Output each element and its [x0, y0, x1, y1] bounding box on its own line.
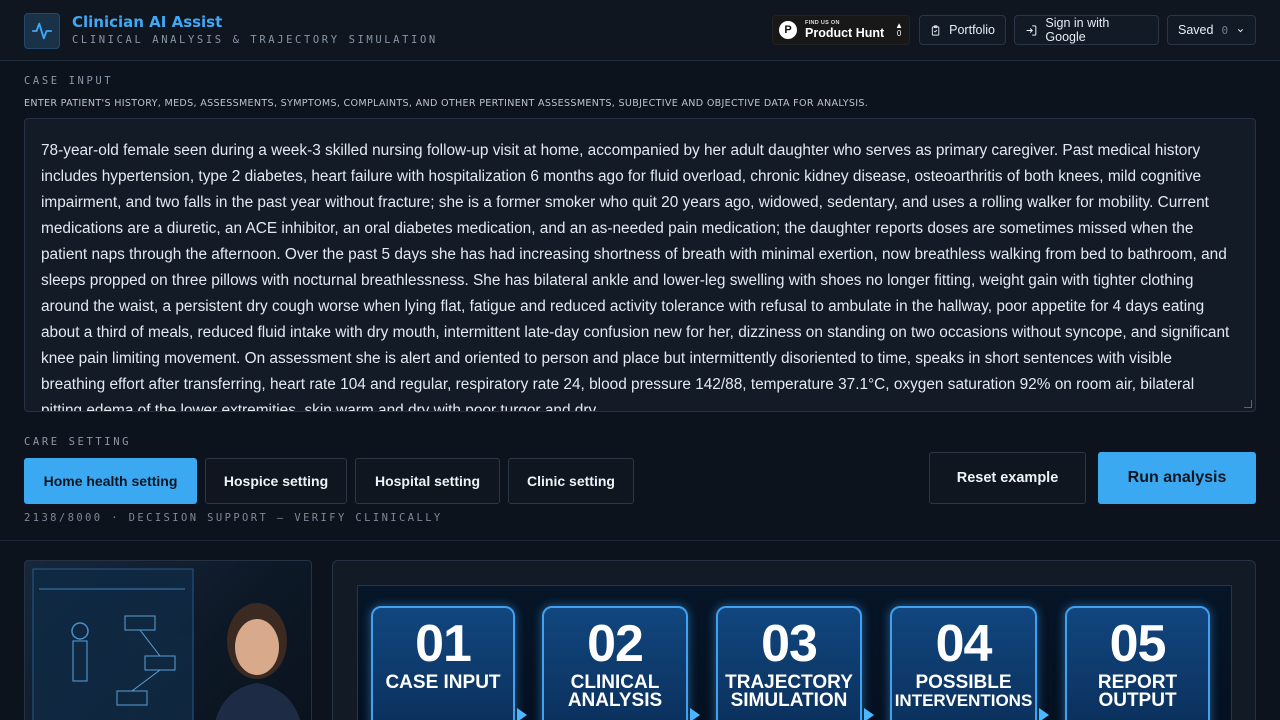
home-health-setting-button[interactable]: Home health setting	[24, 458, 197, 504]
login-icon	[1026, 24, 1037, 36]
step-card-1: 01 CASE INPUT	[371, 606, 515, 720]
case-input-hint: ENTER PATIENT'S HISTORY, MEDS, ASSESSMEN…	[24, 98, 869, 109]
arrow-right-icon	[690, 708, 700, 720]
app-subtitle: CLINICAL ANALYSIS & TRAJECTORY SIMULATIO…	[72, 34, 438, 46]
step-label-line2: OUTPUT	[1098, 690, 1177, 711]
app-title: Clinician AI Assist	[72, 13, 223, 31]
run-analysis-button[interactable]: Run analysis	[1098, 452, 1256, 504]
sign-in-label: Sign in with Google	[1045, 16, 1110, 44]
product-hunt-icon: P	[779, 21, 797, 39]
section-divider	[0, 540, 1280, 541]
step-label-line2: SIMULATION	[730, 690, 848, 711]
step-card-4: 04 POSSIBLE INTERVENTIONS	[890, 606, 1037, 720]
product-hunt-badge[interactable]: P FIND US ON Product Hunt ▲ 0	[772, 15, 910, 45]
upvote-counter: ▲ 0	[895, 22, 903, 38]
step-card-5: 05 REPORT OUTPUT	[1065, 606, 1210, 720]
case-input-text[interactable]: 78-year-old female seen during a week-3 …	[25, 119, 1255, 411]
workflow-steps-graphic: 01 CASE INPUT 02 CLINICAL ANALYSIS 03 TR…	[357, 585, 1232, 720]
saved-count: 0	[1221, 23, 1229, 37]
pulse-icon	[31, 22, 53, 40]
saved-label: Saved	[1178, 23, 1214, 37]
hospice-setting-button[interactable]: Hospice setting	[205, 458, 347, 504]
clinician-hero-image	[24, 560, 312, 720]
step-card-3: 03 TRAJECTORY SIMULATION	[716, 606, 862, 720]
clinician-illustration	[32, 568, 301, 720]
arrow-right-icon	[864, 708, 874, 720]
portfolio-label: Portfolio	[949, 23, 995, 37]
upvote-count: 0	[896, 29, 902, 38]
portfolio-button[interactable]: Portfolio	[919, 15, 1006, 45]
step-number: 03	[761, 615, 818, 673]
app-header: Clinician AI Assist CLINICAL ANALYSIS & …	[0, 0, 1280, 61]
clinic-setting-button[interactable]: Clinic setting	[508, 458, 634, 504]
step-number: 02	[587, 615, 644, 673]
step-number: 01	[415, 615, 472, 673]
case-input-textarea[interactable]: 78-year-old female seen during a week-3 …	[24, 118, 1256, 412]
hospital-setting-button[interactable]: Hospital setting	[355, 458, 500, 504]
product-hunt-text: Product Hunt	[805, 26, 885, 40]
step-label-line2: INTERVENTIONS	[894, 691, 1033, 710]
saved-dropdown[interactable]: Saved 0	[1167, 15, 1256, 45]
app-logo	[24, 13, 60, 49]
chevron-down-icon	[1237, 28, 1244, 32]
workflow-steps-panel: 01 CASE INPUT 02 CLINICAL ANALYSIS 03 TR…	[332, 560, 1256, 720]
resize-handle[interactable]	[1244, 400, 1252, 408]
arrow-right-icon	[517, 708, 527, 720]
sign-in-google-button[interactable]: Sign in with Google	[1014, 15, 1159, 45]
step-label-line2: ANALYSIS	[567, 690, 663, 711]
character-count-note: 2138/8000 · DECISION SUPPORT — VERIFY CL…	[24, 512, 443, 524]
care-setting-label: CARE SETTING	[24, 436, 132, 448]
clipboard-icon	[931, 24, 940, 36]
step-label: POSSIBLE	[915, 672, 1012, 693]
step-number: 04	[935, 615, 993, 673]
arrow-right-icon	[1039, 708, 1049, 720]
reset-example-button[interactable]: Reset example	[929, 452, 1086, 504]
case-input-label: CASE INPUT	[24, 75, 114, 87]
step-number: 05	[1109, 615, 1167, 673]
step-label: CASE INPUT	[385, 672, 501, 693]
step-card-2: 02 CLINICAL ANALYSIS	[542, 606, 688, 720]
